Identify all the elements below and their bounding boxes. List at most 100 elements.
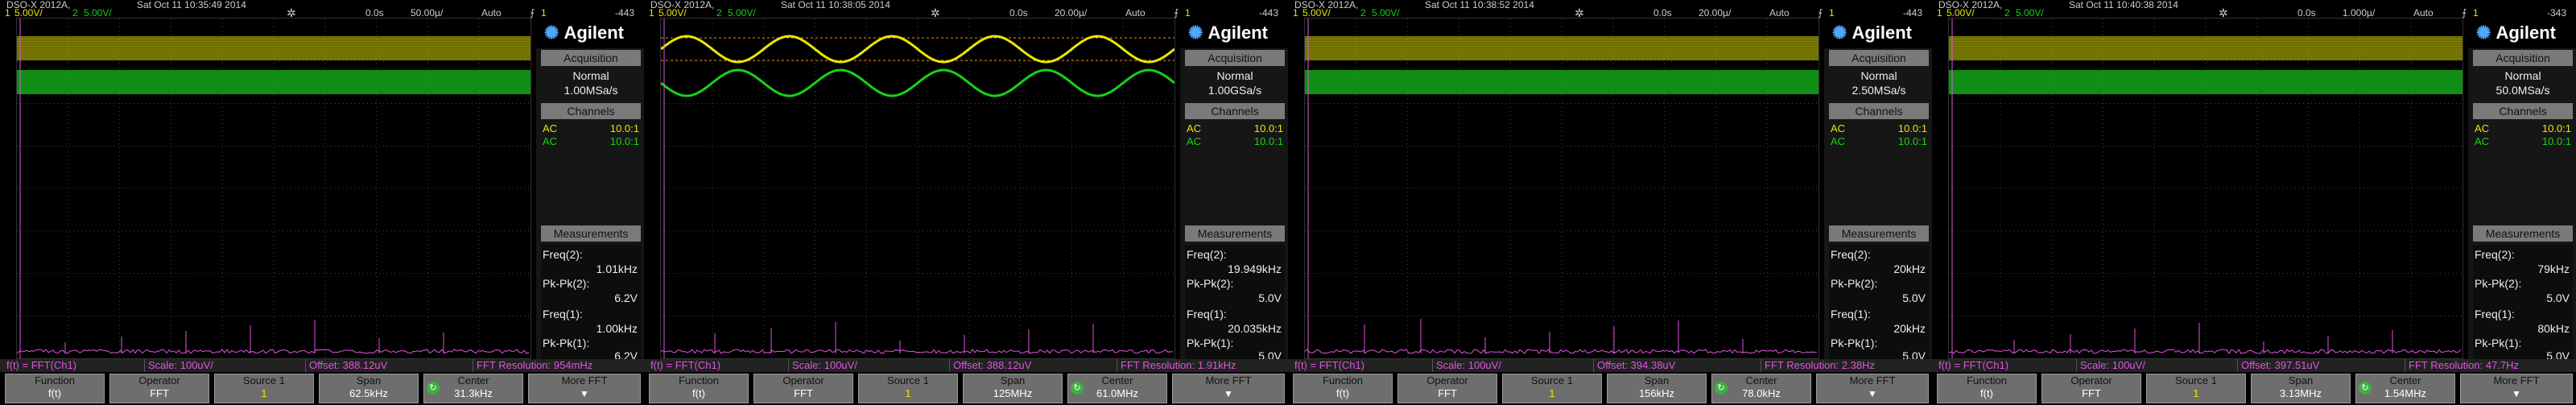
operator-softkey[interactable]: Operator FFT (109, 374, 209, 403)
source-softkey-value: 1 (1549, 387, 1555, 399)
sample-rate: 2.50MSa/s (1852, 84, 1906, 97)
fft-info-bar: f(t) = FFT(Ch1) Scale: 100uV/ Offset: 38… (0, 359, 644, 372)
function-softkey[interactable]: Function f(t) (649, 374, 749, 403)
ch1-label[interactable]: 1 (1937, 8, 1942, 18)
source-softkey[interactable]: Source 1 1 (2146, 374, 2246, 403)
ch2-waveform-band (1949, 70, 2462, 94)
waveform-display[interactable] (16, 18, 531, 359)
ch1-coupling: AC (543, 122, 558, 134)
span-softkey[interactable]: Span 3.13MHz (2251, 374, 2351, 403)
trigger-mode[interactable]: Auto (1769, 8, 1790, 18)
ch1-label[interactable]: 1 (5, 8, 10, 18)
trigger-level[interactable]: -343 (2547, 8, 2566, 18)
ch2-scale[interactable]: 5.00V/ (2016, 8, 2044, 18)
source-softkey[interactable]: Source 1 1 (858, 374, 958, 403)
ch2-scale[interactable]: 5.00V/ (728, 8, 756, 18)
agilent-spark-icon: ✺ (1832, 23, 1847, 43)
center-softkey[interactable]: ↻ Center 78.0kHz (1711, 374, 1811, 403)
function-softkey[interactable]: Function f(t) (1937, 374, 2037, 403)
more-fft-softkey[interactable]: More FFT ▼ (2460, 374, 2573, 403)
waveform-display[interactable] (1948, 18, 2463, 359)
freq2-label: Freq(2): (543, 248, 583, 261)
function-softkey[interactable]: Function f(t) (1293, 374, 1393, 403)
freq1-value: 80kHz (2537, 322, 2570, 335)
timebase-value[interactable]: 1.000µ/ (2343, 8, 2375, 18)
center-softkey[interactable]: ↻ Center 31.3kHz (423, 374, 523, 403)
delay-value[interactable]: 0.0s (2297, 8, 2316, 18)
fft-scale-text: Scale: 100uV/ (145, 359, 306, 372)
trigger-position-icon: ✲ (2219, 6, 2228, 19)
fft-resolution-text: FFT Resolution: 2.38Hz (1765, 359, 1876, 371)
operator-softkey[interactable]: Operator FFT (753, 374, 853, 403)
ch2-scale[interactable]: 5.00V/ (84, 8, 112, 18)
pkpk2-value: 5.0V (1902, 291, 1926, 304)
function-softkey-value: f(t) (692, 387, 705, 399)
trigger-mode[interactable]: Auto (481, 8, 502, 18)
ch2-label[interactable]: 2 (2004, 8, 2010, 18)
span-softkey[interactable]: Span 156kHz (1607, 374, 1707, 403)
operator-softkey[interactable]: Operator FFT (1397, 374, 1497, 403)
freq1-label: Freq(1): (543, 308, 583, 320)
span-softkey-label: Span (1000, 374, 1026, 386)
ch1-scale[interactable]: 5.00V/ (658, 8, 687, 18)
ch1-probe: 10.0:1 (1253, 122, 1283, 134)
freq2-value: 1.01kHz (596, 262, 638, 275)
ch1-scale[interactable]: 5.00V/ (14, 8, 43, 18)
span-softkey-label: Span (356, 374, 382, 386)
trigger-level[interactable]: -443 (615, 8, 634, 18)
function-softkey-value: f(t) (1336, 387, 1349, 399)
side-panel: ✺ Agilent Acquisition Normal 2.50MSa/s Ch… (1824, 18, 1932, 362)
center-softkey[interactable]: ↻ Center 1.54MHz (2355, 374, 2455, 403)
ch1-scale[interactable]: 5.00V/ (1946, 8, 1975, 18)
ch2-label[interactable]: 2 (72, 8, 78, 18)
source-softkey[interactable]: Source 1 1 (1502, 374, 1602, 403)
more-fft-softkey[interactable]: More FFT ▼ (528, 374, 641, 403)
ch1-label[interactable]: 1 (1293, 8, 1298, 18)
softkey-bar: Function f(t) Operator FFT Source 1 1 Sp… (1932, 372, 2576, 405)
status-bar: DSO-X 2012A, Sat Oct 11 10:38:05 2014 1 … (644, 0, 1288, 19)
trigger-level[interactable]: -443 (1259, 8, 1278, 18)
source-softkey[interactable]: Source 1 1 (214, 374, 314, 403)
ch1-coupling: AC (2475, 122, 2490, 134)
span-softkey[interactable]: Span 62.5kHz (319, 374, 419, 403)
waveform-display[interactable] (660, 18, 1175, 359)
ch2-scale[interactable]: 5.00V/ (1372, 8, 1400, 18)
timestamp: Sat Oct 11 10:38:05 2014 (781, 0, 890, 10)
waveform-display[interactable] (1304, 18, 1819, 359)
delay-value[interactable]: 0.0s (1009, 8, 1028, 18)
more-fft-softkey[interactable]: More FFT ▼ (1172, 374, 1285, 403)
agilent-spark-icon: ✺ (2476, 23, 2491, 43)
more-fft-softkey-label: More FFT (561, 374, 608, 386)
trigger-edge-icon: ⨍ (1818, 7, 1823, 19)
timebase-value[interactable]: 50.00µ/ (411, 8, 443, 18)
trigger-mode[interactable]: Auto (1125, 8, 1146, 18)
span-softkey[interactable]: Span 125MHz (963, 374, 1063, 403)
delay-value[interactable]: 0.0s (1653, 8, 1672, 18)
pkpk2-label: Pk-Pk(2): (2475, 277, 2522, 290)
fft-info-bar: f(t) = FFT(Ch1) Scale: 100uV/ Offset: 39… (1932, 359, 2576, 372)
trigger-edge-icon: ⨍ (1174, 7, 1179, 19)
operator-softkey-value: FFT (150, 387, 169, 399)
center-softkey[interactable]: ↻ Center 61.0MHz (1067, 374, 1167, 403)
trigger-level[interactable]: -443 (1903, 8, 1922, 18)
fft-function-text: f(t) = FFT(Ch1) (1291, 359, 1433, 372)
timebase-value[interactable]: 20.00µ/ (1699, 8, 1731, 18)
ch2-coupling: AC (1831, 135, 1846, 147)
delay-value[interactable]: 0.0s (365, 8, 384, 18)
trigger-position-icon: ✲ (287, 6, 296, 19)
ch2-probe: 10.0:1 (1253, 135, 1283, 147)
freq2-label: Freq(2): (2475, 248, 2515, 261)
function-softkey[interactable]: Function f(t) (5, 374, 105, 403)
waveform-graph (1949, 19, 2462, 358)
trigger-position-icon: ✲ (931, 6, 940, 19)
trigger-mode[interactable]: Auto (2413, 8, 2434, 18)
more-fft-softkey[interactable]: More FFT ▼ (1816, 374, 1929, 403)
span-softkey-value: 62.5kHz (349, 387, 388, 399)
operator-softkey[interactable]: Operator FFT (2041, 374, 2141, 403)
rotate-knob-icon: ↻ (427, 382, 440, 395)
ch2-label[interactable]: 2 (716, 8, 722, 18)
ch1-label[interactable]: 1 (649, 8, 654, 18)
timebase-value[interactable]: 20.00µ/ (1055, 8, 1087, 18)
ch2-label[interactable]: 2 (1360, 8, 1366, 18)
ch1-scale[interactable]: 5.00V/ (1302, 8, 1331, 18)
